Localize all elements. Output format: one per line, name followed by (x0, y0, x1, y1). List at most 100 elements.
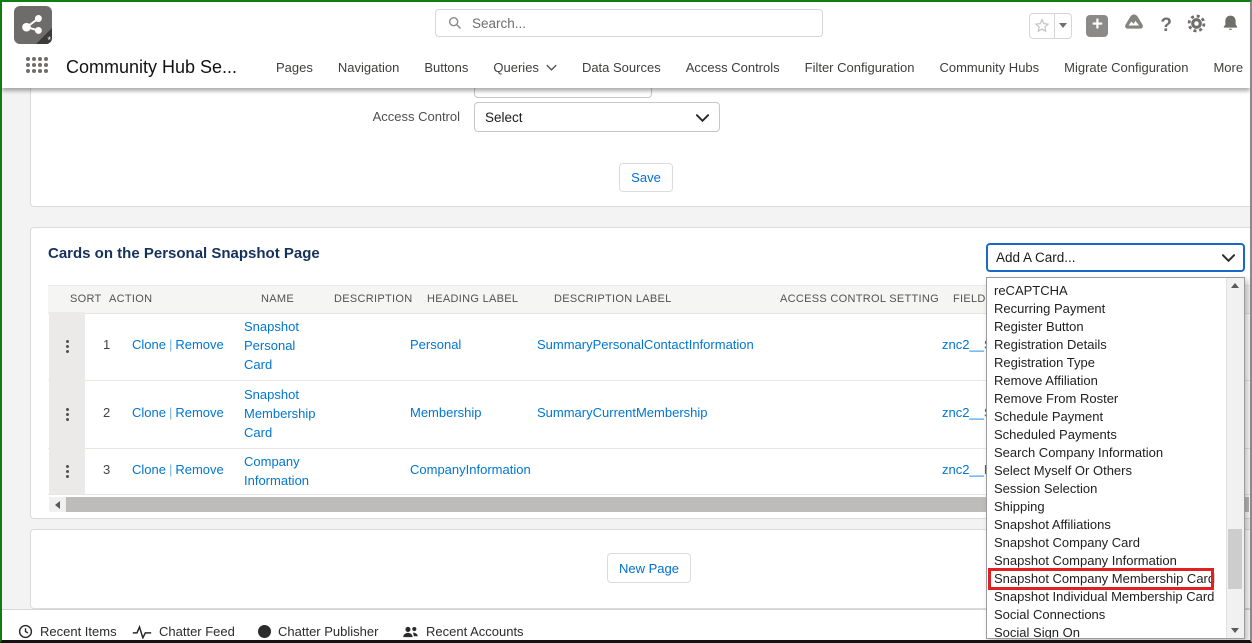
tab-migrate-configuration[interactable]: Migrate Configuration (1064, 60, 1188, 75)
tab-navigation[interactable]: Navigation (338, 60, 399, 75)
search-icon (448, 16, 462, 30)
action-separator: | (166, 462, 175, 477)
dropdown-item[interactable]: Shipping (987, 498, 1228, 516)
dropdown-item[interactable]: Social Connections (987, 606, 1228, 624)
save-button[interactable]: Save (619, 163, 673, 192)
dropdown-item[interactable]: reCAPTCHA (987, 282, 1228, 300)
add-card-select[interactable]: Add A Card... (986, 243, 1245, 272)
trailhead-icon[interactable] (1122, 12, 1146, 39)
access-control-select[interactable]: Select (474, 102, 720, 132)
footer-label: Chatter Feed (159, 624, 235, 639)
scroll-left-arrow-icon[interactable] (49, 497, 65, 512)
dropdown-item[interactable]: Recurring Payment (987, 300, 1228, 318)
kebab-icon (66, 340, 69, 353)
app-launcher-icon[interactable] (26, 57, 48, 73)
dropdown-item[interactable]: Registration Type (987, 354, 1228, 372)
sort-handle[interactable] (49, 448, 85, 494)
footer-chatter-publisher[interactable]: Chatter Publisher (258, 624, 378, 639)
description-label-value[interactable]: SummaryPersonalContactInformation (537, 337, 754, 352)
dropdown-scrollbar (1226, 278, 1244, 638)
chevron-down-icon (546, 64, 557, 71)
heading-label-value[interactable]: Membership (410, 405, 482, 420)
tab-queries[interactable]: Queries (493, 60, 557, 75)
search-input[interactable] (470, 15, 822, 32)
app-title: Community Hub Se... (66, 46, 237, 88)
footer-chatter-feed[interactable]: Chatter Feed (132, 624, 235, 639)
access-control-label: Access Control (281, 109, 460, 124)
dropdown-item-highlighted[interactable]: Snapshot Company Membership Card (987, 570, 1228, 588)
app-nav-bar: Community Hub Se... Pages Navigation But… (2, 46, 1250, 88)
add-icon[interactable]: + (1086, 15, 1108, 37)
clone-link[interactable]: Clone (132, 462, 166, 477)
sort-handle[interactable] (49, 312, 85, 380)
heading-label-value[interactable]: CompanyInformation (410, 462, 531, 477)
row-number: 1 (103, 337, 110, 352)
notifications-bell-icon[interactable] (1221, 13, 1240, 39)
favorites-star-icon[interactable] (1030, 14, 1054, 38)
dropdown-item[interactable]: Social Sign On (987, 624, 1228, 639)
col-description: DESCRIPTION (334, 293, 412, 305)
tab-access-controls[interactable]: Access Controls (686, 60, 780, 75)
people-icon (402, 625, 419, 639)
col-name: NAME (261, 293, 294, 305)
tab-data-sources[interactable]: Data Sources (582, 60, 661, 75)
dropdown-item[interactable]: Register Button (987, 318, 1228, 336)
footer-label: Chatter Publisher (278, 624, 378, 639)
cards-panel-title: Cards on the Personal Snapshot Page (48, 245, 320, 262)
nav-tabs: Pages Navigation Buttons Queries Data So… (276, 46, 1243, 88)
scroll-down-arrow-icon[interactable] (1227, 623, 1243, 638)
card-name-link[interactable]: Company Information (244, 452, 320, 490)
card-name-link[interactable]: Snapshot Membership Card (244, 385, 320, 442)
card-name-link[interactable]: Snapshot Personal Card (244, 317, 320, 374)
footer-recent-accounts[interactable]: Recent Accounts (402, 624, 524, 639)
dropdown-item[interactable]: Search Company Information (987, 444, 1228, 462)
tab-more[interactable]: More (1213, 60, 1243, 75)
description-label-value[interactable]: SummaryCurrentMembership (537, 405, 708, 420)
remove-link[interactable]: Remove (175, 462, 223, 477)
access-control-value: Select (485, 110, 523, 125)
remove-link[interactable]: Remove (175, 405, 223, 420)
vertical-scrollbar-thumb[interactable] (1228, 529, 1242, 589)
footer-recent-items[interactable]: Recent Items (18, 624, 117, 639)
footer-label: Recent Accounts (426, 624, 524, 639)
clone-link[interactable]: Clone (132, 405, 166, 420)
sort-handle[interactable] (49, 380, 85, 448)
favorites-dropdown-icon[interactable] (1054, 14, 1071, 38)
dropdown-item[interactable]: Snapshot Individual Membership Card (987, 588, 1228, 606)
clock-icon (18, 624, 33, 639)
col-sort: SORT (70, 293, 102, 305)
dropdown-item[interactable]: Snapshot Company Card (987, 534, 1228, 552)
app-logo: * (14, 6, 52, 44)
remove-link[interactable]: Remove (175, 337, 223, 352)
clone-link[interactable]: Clone (132, 337, 166, 352)
tab-community-hubs[interactable]: Community Hubs (939, 60, 1039, 75)
dropdown-item[interactable]: Scheduled Payments (987, 426, 1228, 444)
tab-pages[interactable]: Pages (276, 60, 313, 75)
dropdown-item[interactable]: Select Myself Or Others (987, 462, 1228, 480)
col-heading-label: HEADING LABEL (427, 293, 518, 305)
dropdown-item[interactable]: Remove From Roster (987, 390, 1228, 408)
tab-buttons[interactable]: Buttons (424, 60, 468, 75)
global-search (435, 9, 823, 37)
scroll-up-arrow-icon[interactable] (1227, 278, 1243, 293)
favorites-split-button[interactable] (1029, 13, 1072, 39)
dropdown-item[interactable]: Snapshot Company Information (987, 552, 1228, 570)
dropdown-item[interactable]: Registration Details (987, 336, 1228, 354)
footer-label: Recent Items (40, 624, 117, 639)
new-page-button[interactable]: New Page (607, 553, 691, 583)
heading-label-value[interactable]: Personal (410, 337, 461, 352)
help-icon[interactable]: ? (1160, 15, 1172, 37)
dropdown-item[interactable]: Session Selection (987, 480, 1228, 498)
kebab-icon (66, 465, 69, 478)
add-card-placeholder: Add A Card... (996, 250, 1076, 265)
tab-filter-configuration[interactable]: Filter Configuration (805, 60, 915, 75)
dropdown-item[interactable]: Schedule Payment (987, 408, 1228, 426)
page-settings-panel: Access Control Select Save (30, 86, 1252, 207)
row-number: 2 (103, 405, 110, 420)
header-utility-icons: + ? (1029, 12, 1240, 39)
add-card-dropdown-list: reCAPTCHA Recurring Payment Register But… (986, 277, 1245, 639)
dropdown-item[interactable]: Remove Affiliation (987, 372, 1228, 390)
setup-gear-icon[interactable] (1186, 13, 1207, 39)
dropdown-item[interactable]: Snapshot Affiliations (987, 516, 1228, 534)
pulse-icon (132, 625, 152, 639)
